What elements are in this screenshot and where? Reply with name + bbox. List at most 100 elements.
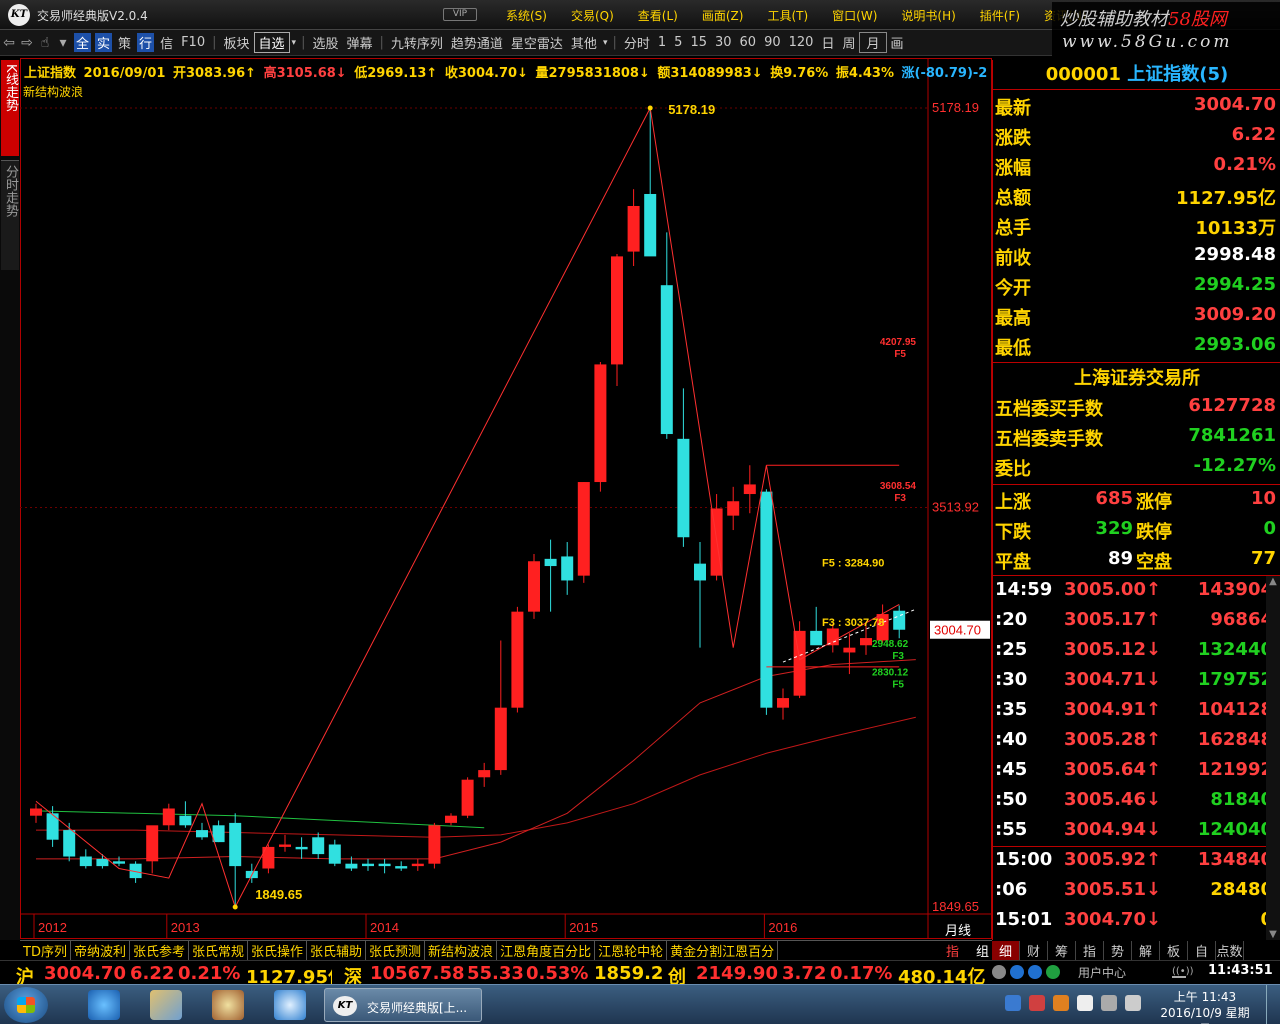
kline-chart[interactable]: 5178.191849.654207.95F53608.54F3F5 : 328…	[20, 56, 992, 940]
toolbar-item[interactable]: 策	[114, 33, 135, 52]
shield-icon[interactable]	[1005, 995, 1021, 1011]
candle-body[interactable]	[677, 438, 690, 538]
candle-body[interactable]	[229, 822, 242, 867]
toolbar-item[interactable]: 画	[887, 33, 908, 52]
candle-body[interactable]	[843, 647, 856, 653]
candle-body[interactable]	[428, 825, 441, 864]
indicator-tab[interactable]: 张氏操作	[248, 941, 308, 960]
indicator-tab[interactable]: 张氏预测	[366, 941, 426, 960]
toolbar-item[interactable]: 自选	[253, 32, 290, 53]
menu-item[interactable]: 画面(Z)	[702, 7, 744, 24]
candle-body[interactable]	[312, 837, 325, 855]
detail-tab[interactable]: 势	[1104, 940, 1132, 960]
candle-body[interactable]	[46, 813, 59, 840]
toolbar-item[interactable]: 板块	[220, 33, 254, 52]
swallow-app-icon[interactable]	[274, 990, 306, 1020]
toolbar-item[interactable]: 行	[137, 33, 155, 52]
candle-body[interactable]	[196, 830, 208, 838]
detail-tab[interactable]: 细	[992, 940, 1020, 960]
candle-body[interactable]	[511, 611, 524, 708]
toolbar-item[interactable]: 5	[670, 35, 686, 50]
candle-body[interactable]	[743, 484, 756, 495]
indicator-tab[interactable]: 江恩轮中轮	[595, 941, 668, 960]
candle-body[interactable]	[395, 866, 408, 869]
taskbar-clock[interactable]: 上午 11:43 2016/10/9 星期日	[1155, 989, 1255, 1024]
toolbar-item[interactable]: 90	[760, 35, 785, 50]
candle-body[interactable]	[528, 561, 540, 612]
candle-body[interactable]	[279, 844, 291, 847]
indicator-tab[interactable]: 帝纳波利	[71, 941, 130, 960]
candle-body[interactable]	[328, 844, 341, 864]
candle-body[interactable]	[860, 638, 872, 646]
candle-body[interactable]	[378, 863, 391, 867]
toolbar-item[interactable]: 其他	[567, 33, 601, 52]
detail-tab[interactable]: 板	[1160, 940, 1188, 960]
candle-body[interactable]	[611, 256, 623, 365]
ticks-scrollbar[interactable]: ▲ ▼	[1266, 576, 1280, 940]
toolbar-item[interactable]: 星空雷达	[507, 33, 567, 52]
indicator-tab-zhi[interactable]: 指	[943, 941, 973, 960]
toolbar-item[interactable]: F10	[177, 35, 209, 50]
menu-item[interactable]: 系统(S)	[506, 7, 547, 24]
candle-body[interactable]	[445, 815, 457, 823]
toolbar-item[interactable]: 实	[95, 33, 113, 52]
candle-body[interactable]	[594, 364, 607, 483]
toolbar-item[interactable]: 60	[736, 35, 761, 50]
user-center-link[interactable]: 用户中心	[1078, 964, 1126, 981]
vip-badge[interactable]: VIP	[443, 8, 477, 21]
detail-tab[interactable]: 解	[1132, 940, 1160, 960]
detail-tab[interactable]: 自	[1188, 940, 1216, 960]
detail-tab[interactable]: 指	[1076, 940, 1104, 960]
menu-item[interactable]: 插件(F)	[980, 7, 1020, 24]
menu-item[interactable]: 窗口(W)	[832, 7, 877, 24]
paint-icon[interactable]	[212, 990, 244, 1020]
menu-item[interactable]: 查看(L)	[638, 7, 678, 24]
toolbar-item[interactable]: 30	[711, 35, 736, 50]
taskbar-app-trader[interactable]: KT 交易师经典版[上...	[324, 988, 482, 1022]
maps-icon[interactable]	[150, 990, 182, 1020]
toolbar-item[interactable]: 月	[859, 32, 887, 53]
indicator-tab[interactable]: TD序列	[20, 941, 71, 960]
candle-body[interactable]	[179, 815, 192, 826]
candle-body[interactable]	[63, 830, 76, 857]
refresh-icon[interactable]	[1046, 965, 1060, 979]
candle-body[interactable]	[644, 193, 657, 257]
candle-body[interactable]	[113, 861, 125, 864]
detail-tab[interactable]: 财	[1020, 940, 1048, 960]
candle-body[interactable]	[561, 556, 574, 581]
candle-body[interactable]	[30, 808, 42, 816]
hand-pointer-icon[interactable]: ☝	[36, 34, 54, 52]
network-icon[interactable]	[1101, 995, 1117, 1011]
candle-body[interactable]	[577, 482, 590, 576]
candle-body[interactable]	[727, 501, 740, 516]
detail-tab[interactable]: 筹	[1048, 940, 1076, 960]
menu-item[interactable]: 工具(T)	[767, 7, 808, 24]
forward-arrow-icon[interactable]: ⇨	[18, 34, 36, 52]
period-label[interactable]: 月线	[945, 920, 971, 939]
tab-intraday[interactable]: 分时走势	[1, 160, 19, 270]
candle-body[interactable]	[411, 863, 424, 867]
kt-tray-icon[interactable]	[1077, 995, 1093, 1011]
menu-item[interactable]: 交易(Q)	[571, 7, 614, 24]
candle-body[interactable]	[810, 630, 823, 646]
candle-body[interactable]	[694, 563, 706, 581]
toolbar-item[interactable]: 弹幕	[342, 33, 376, 52]
candle-body[interactable]	[295, 846, 308, 850]
candle-body[interactable]	[162, 808, 175, 826]
toolbar-item[interactable]: 120	[785, 35, 818, 50]
candle-body[interactable]	[461, 779, 474, 816]
toolbar-item[interactable]: 选股	[308, 33, 342, 52]
start-button[interactable]	[4, 987, 48, 1023]
indicator-tab[interactable]: 江恩角度百分比	[497, 941, 596, 960]
indicator-name[interactable]: 新结构波浪	[23, 83, 83, 100]
toolbar-item[interactable]: 信	[156, 33, 177, 52]
dropdown-arrow-icon[interactable]: ▾	[54, 34, 72, 52]
candle-body[interactable]	[544, 558, 557, 567]
candle-body[interactable]	[79, 856, 92, 867]
indicator-tab-zu[interactable]: 组	[973, 941, 992, 960]
candle-body[interactable]	[494, 707, 507, 771]
toolbar-item[interactable]: 全	[74, 33, 92, 52]
candle-body[interactable]	[826, 628, 839, 646]
scroll-up-icon[interactable]: ▲	[1266, 576, 1280, 587]
ie-browser-icon[interactable]	[88, 990, 120, 1020]
